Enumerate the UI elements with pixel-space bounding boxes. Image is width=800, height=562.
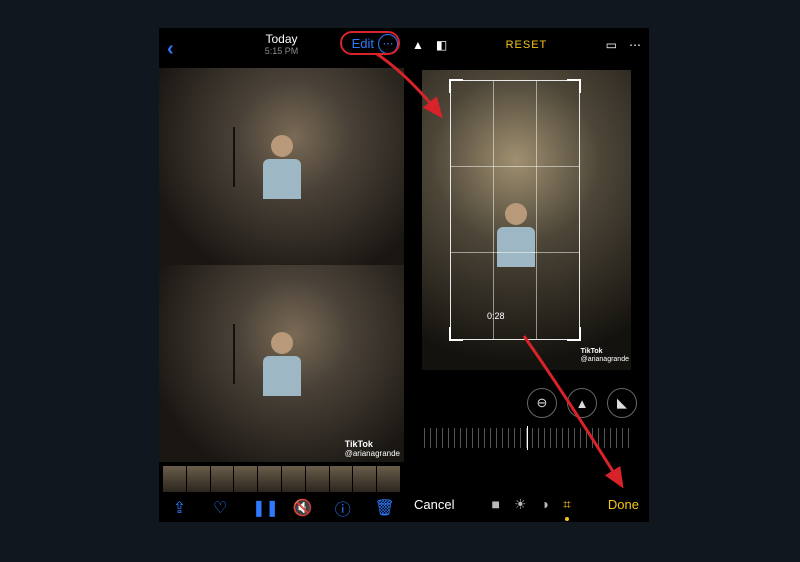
cancel-button[interactable]: Cancel	[414, 497, 454, 512]
editor-mode-tabs: ■ ☀ ◑ ⌗	[492, 496, 571, 513]
info-icon[interactable]: ⓘ	[334, 496, 352, 520]
playhead-time: 0:28	[487, 311, 505, 321]
photos-viewer-pane: ‹ Today 5:15 PM Edit ⋯ TikTok @arianagra…	[159, 28, 404, 522]
adjust-tab-icon[interactable]: ☀	[514, 496, 527, 513]
flip-horizontal-icon[interactable]: ◧	[436, 38, 447, 52]
trash-icon[interactable]: 🗑	[375, 498, 393, 518]
crop-rectangle[interactable]: 0:28	[450, 80, 580, 340]
mute-icon[interactable]: 🔇	[293, 498, 311, 518]
pause-icon[interactable]: ❚❚	[252, 498, 270, 518]
horizontal-perspective-button[interactable]: ◣	[607, 388, 637, 418]
vertical-perspective-button[interactable]: ▲	[567, 388, 597, 418]
video-tab-icon[interactable]: ■	[492, 496, 500, 512]
crop-handle-tr[interactable]	[567, 79, 581, 93]
watermark-brand: TikTok	[581, 348, 603, 355]
watermark-handle: @arianagrande	[345, 449, 400, 458]
microphone-prop	[233, 324, 235, 384]
annotation-edit-highlight	[340, 31, 400, 55]
flip-vertical-icon[interactable]: ▲	[412, 38, 424, 52]
editor-more-icon[interactable]: ⋯	[629, 38, 641, 52]
editor-top-bar: ▲ ◧ RESET ▭ ⋯	[404, 28, 649, 62]
crop-canvas[interactable]: 0:28 TikTok @arianagrande	[422, 70, 631, 370]
scrubber-filmstrip[interactable]	[163, 466, 400, 492]
screenshot-stage: ‹ Today 5:15 PM Edit ⋯ TikTok @arianagra…	[159, 28, 649, 522]
crop-editor-pane: ▲ ◧ RESET ▭ ⋯ 0:28 TikTok @arianagrande	[404, 28, 649, 522]
reset-button[interactable]: RESET	[506, 39, 548, 51]
video-frame-lower: TikTok @arianagrande	[159, 265, 404, 462]
heart-icon[interactable]: ♡	[211, 498, 229, 518]
singer-figure	[263, 332, 301, 396]
straighten-button[interactable]: ⊖	[527, 388, 557, 418]
video-preview-area[interactable]: TikTok @arianagrande	[159, 68, 404, 462]
editor-bottom-bar: Cancel ■ ☀ ◑ ⌗ Done	[404, 486, 649, 522]
rotate-controls: ⊖ ▲ ◣	[527, 388, 637, 418]
microphone-prop	[233, 127, 235, 187]
filters-tab-icon[interactable]: ◑	[541, 496, 549, 512]
watermark-brand: TikTok	[345, 439, 373, 449]
viewer-bottom-toolbar: ⇪ ♡ ❚❚ 🔇 ⓘ 🗑	[159, 494, 404, 522]
watermark-handle: @arianagrande	[581, 356, 629, 363]
viewer-top-bar: ‹ Today 5:15 PM Edit ⋯	[159, 28, 404, 68]
crop-tab-icon[interactable]: ⌗	[563, 496, 571, 513]
aspect-ratio-icon[interactable]: ▭	[606, 38, 617, 52]
crop-handle-br[interactable]	[567, 327, 581, 341]
singer-figure	[263, 135, 301, 199]
rotation-dial[interactable]	[424, 428, 629, 448]
crop-handle-bl[interactable]	[449, 327, 463, 341]
tiktok-watermark: TikTok @arianagrande	[581, 348, 629, 364]
done-button[interactable]: Done	[608, 497, 639, 512]
crop-handle-tl[interactable]	[449, 79, 463, 93]
tiktok-watermark: TikTok @arianagrande	[345, 440, 400, 458]
video-frame-upper	[159, 68, 404, 265]
share-icon[interactable]: ⇪	[170, 498, 188, 518]
